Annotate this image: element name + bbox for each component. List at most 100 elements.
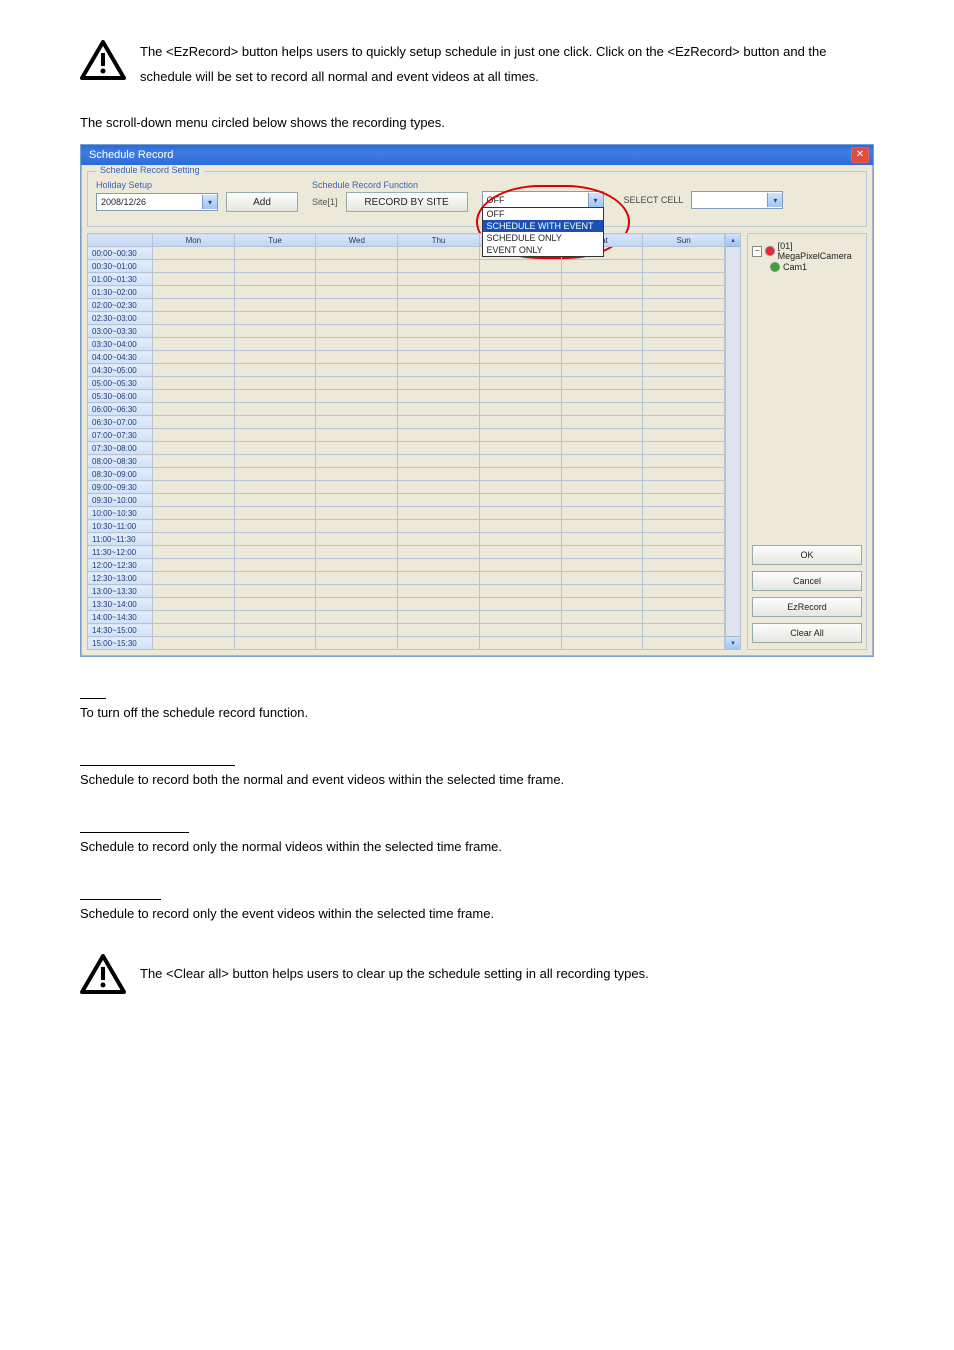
grid-cell[interactable] (561, 481, 643, 494)
grid-cell[interactable] (153, 520, 235, 533)
grid-cell[interactable] (561, 364, 643, 377)
grid-cell[interactable] (398, 325, 480, 338)
grid-cell[interactable] (398, 598, 480, 611)
grid-cell[interactable] (479, 598, 561, 611)
grid-cell[interactable] (153, 390, 235, 403)
grid-cell[interactable] (234, 247, 316, 260)
scroll-down-icon[interactable]: ▾ (726, 636, 740, 649)
grid-cell[interactable] (643, 624, 725, 637)
grid-cell[interactable] (561, 260, 643, 273)
grid-cell[interactable] (479, 312, 561, 325)
grid-cell[interactable] (643, 481, 725, 494)
grid-time-label[interactable]: 03:30~04:00 (88, 338, 153, 351)
grid-cell[interactable] (479, 273, 561, 286)
grid-cell[interactable] (561, 403, 643, 416)
grid-cell[interactable] (643, 247, 725, 260)
grid-cell[interactable] (398, 338, 480, 351)
scroll-up-icon[interactable]: ▴ (726, 234, 740, 247)
grid-cell[interactable] (561, 559, 643, 572)
add-button[interactable]: Add (226, 192, 298, 212)
grid-cell[interactable] (643, 377, 725, 390)
cancel-button[interactable]: Cancel (752, 571, 862, 591)
grid-cell[interactable] (479, 520, 561, 533)
grid-cell[interactable] (479, 351, 561, 364)
grid-cell[interactable] (561, 273, 643, 286)
grid-cell[interactable] (234, 546, 316, 559)
grid-time-label[interactable]: 00:30~01:00 (88, 260, 153, 273)
grid-cell[interactable] (316, 325, 398, 338)
grid-cell[interactable] (479, 481, 561, 494)
grid-cell[interactable] (316, 390, 398, 403)
grid-cell[interactable] (153, 624, 235, 637)
grid-cell[interactable] (153, 481, 235, 494)
grid-cell[interactable] (316, 624, 398, 637)
clear-all-button[interactable]: Clear All (752, 623, 862, 643)
grid-cell[interactable] (153, 377, 235, 390)
grid-cell[interactable] (316, 312, 398, 325)
grid-cell[interactable] (561, 286, 643, 299)
grid-cell[interactable] (479, 585, 561, 598)
grid-time-label[interactable]: 09:00~09:30 (88, 481, 153, 494)
grid-cell[interactable] (153, 494, 235, 507)
grid-cell[interactable] (479, 442, 561, 455)
grid-cell[interactable] (316, 611, 398, 624)
grid-cell[interactable] (316, 533, 398, 546)
tree-root-node[interactable]: − [01] MegaPixelCamera (752, 241, 862, 261)
grid-time-label[interactable]: 12:30~13:00 (88, 572, 153, 585)
grid-cell[interactable] (643, 312, 725, 325)
grid-time-label[interactable]: 15:00~15:30 (88, 637, 153, 650)
grid-cell[interactable] (479, 559, 561, 572)
grid-cell[interactable] (153, 468, 235, 481)
select-cell-combo[interactable]: ▾ (691, 191, 783, 209)
grid-header-day[interactable]: Sun (643, 234, 725, 247)
grid-cell[interactable] (479, 377, 561, 390)
grid-time-label[interactable]: 13:00~13:30 (88, 585, 153, 598)
grid-cell[interactable] (234, 351, 316, 364)
tree-child-node[interactable]: Cam1 (770, 262, 862, 272)
tree-collapse-icon[interactable]: − (752, 246, 762, 257)
grid-cell[interactable] (643, 546, 725, 559)
grid-time-label[interactable]: 09:30~10:00 (88, 494, 153, 507)
grid-cell[interactable] (153, 429, 235, 442)
grid-cell[interactable] (398, 546, 480, 559)
grid-time-label[interactable]: 05:00~05:30 (88, 377, 153, 390)
grid-cell[interactable] (479, 299, 561, 312)
grid-cell[interactable] (153, 507, 235, 520)
grid-cell[interactable] (479, 546, 561, 559)
grid-cell[interactable] (153, 455, 235, 468)
grid-cell[interactable] (643, 260, 725, 273)
grid-cell[interactable] (479, 624, 561, 637)
grid-cell[interactable] (316, 455, 398, 468)
grid-time-label[interactable]: 14:00~14:30 (88, 611, 153, 624)
grid-cell[interactable] (398, 611, 480, 624)
grid-cell[interactable] (643, 507, 725, 520)
grid-cell[interactable] (153, 533, 235, 546)
grid-cell[interactable] (398, 260, 480, 273)
grid-header-day[interactable]: Thu (398, 234, 480, 247)
grid-cell[interactable] (561, 624, 643, 637)
grid-cell[interactable] (398, 403, 480, 416)
grid-cell[interactable] (234, 533, 316, 546)
grid-cell[interactable] (316, 338, 398, 351)
grid-cell[interactable] (643, 533, 725, 546)
grid-cell[interactable] (398, 455, 480, 468)
grid-cell[interactable] (561, 507, 643, 520)
grid-time-label[interactable]: 02:00~02:30 (88, 299, 153, 312)
ok-button[interactable]: OK (752, 545, 862, 565)
grid-cell[interactable] (561, 546, 643, 559)
grid-cell[interactable] (316, 572, 398, 585)
dropdown-item-schedule-only[interactable]: SCHEDULE ONLY (483, 232, 603, 244)
grid-time-label[interactable]: 04:00~04:30 (88, 351, 153, 364)
grid-cell[interactable] (561, 598, 643, 611)
grid-cell[interactable] (398, 364, 480, 377)
grid-cell[interactable] (561, 494, 643, 507)
grid-cell[interactable] (153, 260, 235, 273)
grid-cell[interactable] (398, 533, 480, 546)
holiday-date-combo[interactable]: 2008/12/26 ▾ (96, 193, 218, 211)
grid-cell[interactable] (234, 520, 316, 533)
grid-cell[interactable] (479, 416, 561, 429)
grid-cell[interactable] (398, 520, 480, 533)
grid-time-label[interactable]: 10:00~10:30 (88, 507, 153, 520)
grid-cell[interactable] (234, 455, 316, 468)
grid-cell[interactable] (643, 598, 725, 611)
